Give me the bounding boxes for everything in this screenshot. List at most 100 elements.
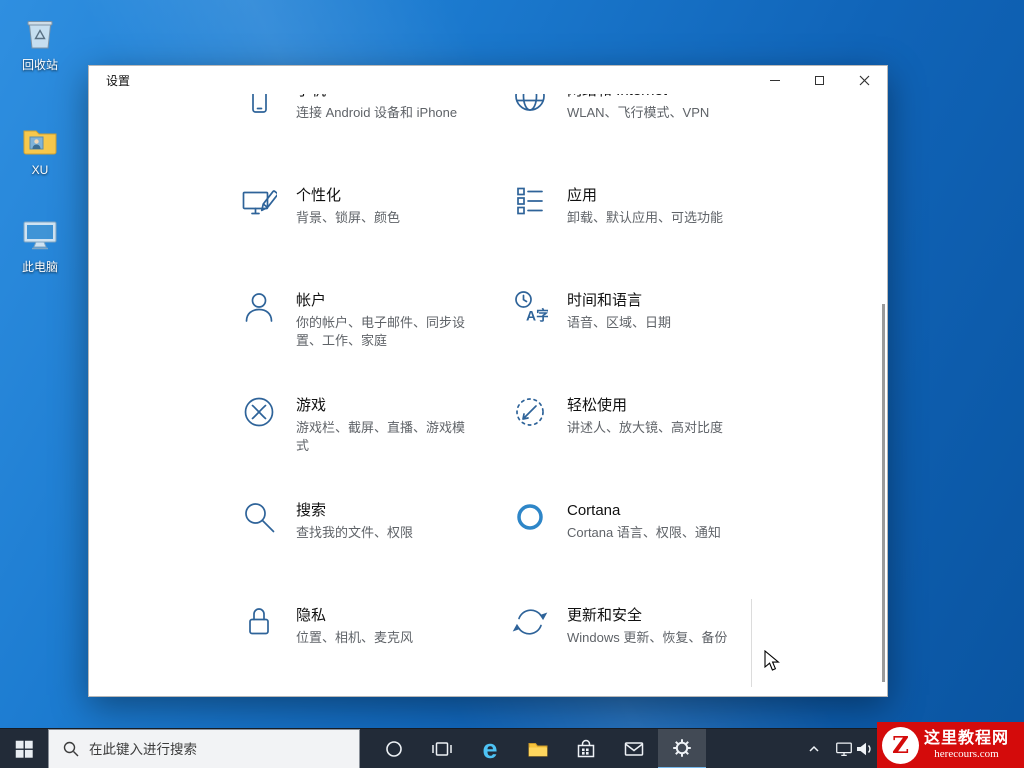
category-title: Cortana	[567, 502, 621, 519]
settings-category-update-security[interactable]: 更新和安全 Windows 更新、恢复、备份	[512, 604, 812, 696]
cortana-circle-icon	[386, 741, 402, 757]
category-title: 应用	[567, 187, 598, 204]
privacy-lock-icon	[241, 604, 277, 640]
start-button[interactable]	[0, 729, 48, 768]
settings-category-cortana[interactable]: Cortana Cortana 语言、权限、通知	[512, 499, 812, 604]
category-title: 时间和语言	[567, 292, 643, 309]
category-title: 隐私	[296, 607, 327, 624]
category-title: 轻松使用	[567, 397, 628, 414]
watermark-logo-letter: Z	[892, 731, 909, 759]
desktop-icon-label: XU	[31, 163, 49, 177]
settings-category-gaming[interactable]: 游戏游戏栏、截屏、直播、游戏模式	[241, 394, 512, 499]
settings-content: 手机连接 Android 设备和 iPhone 网络和 Internet WLAN…	[89, 94, 887, 696]
category-subtitle: 讲述人、放大镜、高对比度	[567, 420, 724, 435]
category-subtitle: 卸载、默认应用、可选功能	[567, 210, 724, 225]
settings-category-time-language[interactable]: A字 时间和语言语音、区域、日期	[512, 289, 812, 394]
computer-icon	[20, 215, 60, 255]
edge-button[interactable]: e	[466, 729, 514, 768]
mail-button[interactable]	[610, 729, 658, 768]
minimize-icon	[769, 79, 780, 81]
category-subtitle: 语音、区域、日期	[567, 315, 672, 330]
category-subtitle: WLAN、飞行模式、VPN	[567, 105, 710, 120]
category-title: 更新和安全	[567, 607, 643, 624]
watermark-site-url: herecours.com	[934, 748, 999, 760]
settings-category-apps[interactable]: 应用卸载、默认应用、可选功能	[512, 184, 812, 289]
close-icon	[859, 75, 870, 85]
search-icon	[63, 741, 79, 757]
settings-taskbar-button[interactable]	[658, 729, 706, 768]
time-language-icon: A字	[512, 289, 550, 325]
scrollbar-thumb[interactable]	[882, 304, 885, 682]
watermark-site-name: 这里教程网	[924, 730, 1010, 747]
speaker-icon	[857, 742, 871, 756]
user-folder-icon	[20, 120, 60, 160]
cortana-taskbar-button[interactable]	[370, 729, 418, 768]
settings-window: 设置 手机连接 Android 设备和 iPhone	[88, 65, 888, 697]
category-title: 游戏	[296, 397, 327, 414]
category-title: 网络和 Internet	[567, 94, 745, 101]
settings-category-network[interactable]: 网络和 Internet WLAN、飞行模式、VPN	[512, 94, 812, 184]
category-subtitle: Cortana 语言、权限、通知	[567, 525, 721, 540]
category-subtitle: Windows 更新、恢复、备份	[567, 630, 728, 645]
close-button[interactable]	[842, 66, 887, 94]
gaming-xbox-icon	[241, 394, 277, 430]
folder-icon	[528, 743, 548, 757]
category-title: 帐户	[296, 292, 327, 309]
category-title: 搜索	[296, 502, 327, 519]
windows-logo-icon	[15, 740, 33, 758]
desktop-icon-label: 回收站	[21, 58, 58, 72]
personalization-icon	[241, 184, 279, 220]
desktop-icon-recycle-bin[interactable]: 回收站	[8, 13, 72, 73]
display-icon	[836, 742, 852, 756]
settings-category-search[interactable]: 搜索查找我的文件、权限	[241, 499, 512, 604]
store-button[interactable]	[562, 729, 610, 768]
taskbar-search-box[interactable]	[48, 729, 360, 768]
update-security-icon	[512, 604, 548, 640]
category-title: 个性化	[296, 187, 342, 204]
category-subtitle: 游戏栏、截屏、直播、游戏模式	[296, 420, 466, 453]
desktop-icon-xu-folder[interactable]: XU	[8, 120, 72, 177]
desktop-icon-this-pc[interactable]: 此电脑	[8, 215, 72, 275]
file-explorer-button[interactable]	[514, 729, 562, 768]
content-divider	[751, 599, 752, 687]
category-subtitle: 连接 Android 设备和 iPhone	[296, 105, 458, 120]
search-category-icon	[241, 499, 277, 535]
category-subtitle: 位置、相机、麦克风	[296, 630, 414, 645]
settings-category-personalization[interactable]: 个性化背景、锁屏、颜色	[241, 184, 512, 289]
accounts-icon	[241, 289, 277, 325]
watermark-badge: Z 这里教程网 herecours.com	[877, 722, 1024, 768]
svg-text:A字: A字	[526, 308, 548, 324]
task-view-icon	[432, 742, 452, 756]
task-view-button[interactable]	[418, 729, 466, 768]
minimize-button[interactable]	[752, 66, 797, 94]
gear-icon	[673, 739, 691, 757]
category-title: 手机	[296, 94, 474, 101]
store-bag-icon	[577, 739, 595, 758]
tray-show-hidden-icons-button[interactable]	[802, 729, 826, 768]
maximize-icon	[815, 75, 824, 85]
ease-of-access-icon	[512, 394, 548, 430]
category-subtitle: 你的帐户、电子邮件、同步设置、工作、家庭	[296, 315, 466, 348]
settings-category-privacy[interactable]: 隐私位置、相机、麦克风	[241, 604, 512, 696]
settings-category-ease-of-access[interactable]: 轻松使用讲述人、放大镜、高对比度	[512, 394, 812, 499]
edge-icon: e	[482, 733, 498, 764]
taskbar: e	[0, 728, 1024, 768]
window-titlebar[interactable]: 设置	[89, 66, 887, 94]
desktop-icon-label: 此电脑	[21, 260, 58, 274]
settings-category-phone[interactable]: 手机连接 Android 设备和 iPhone	[241, 94, 512, 184]
watermark-logo: Z	[882, 726, 919, 764]
search-input[interactable]	[89, 741, 339, 757]
maximize-button[interactable]	[797, 66, 842, 94]
settings-category-accounts[interactable]: 帐户你的帐户、电子邮件、同步设置、工作、家庭	[241, 289, 512, 394]
category-subtitle: 查找我的文件、权限	[296, 525, 414, 540]
mail-envelope-icon	[624, 742, 644, 756]
globe-icon	[512, 94, 548, 115]
apps-icon	[512, 184, 548, 220]
chevron-up-icon	[809, 745, 819, 752]
tray-volume-button[interactable]	[852, 729, 876, 768]
phone-icon	[241, 94, 277, 115]
category-subtitle: 背景、锁屏、颜色	[296, 210, 401, 225]
recycle-bin-icon	[20, 13, 60, 53]
window-title: 设置	[106, 73, 131, 88]
cortana-icon	[512, 499, 548, 535]
